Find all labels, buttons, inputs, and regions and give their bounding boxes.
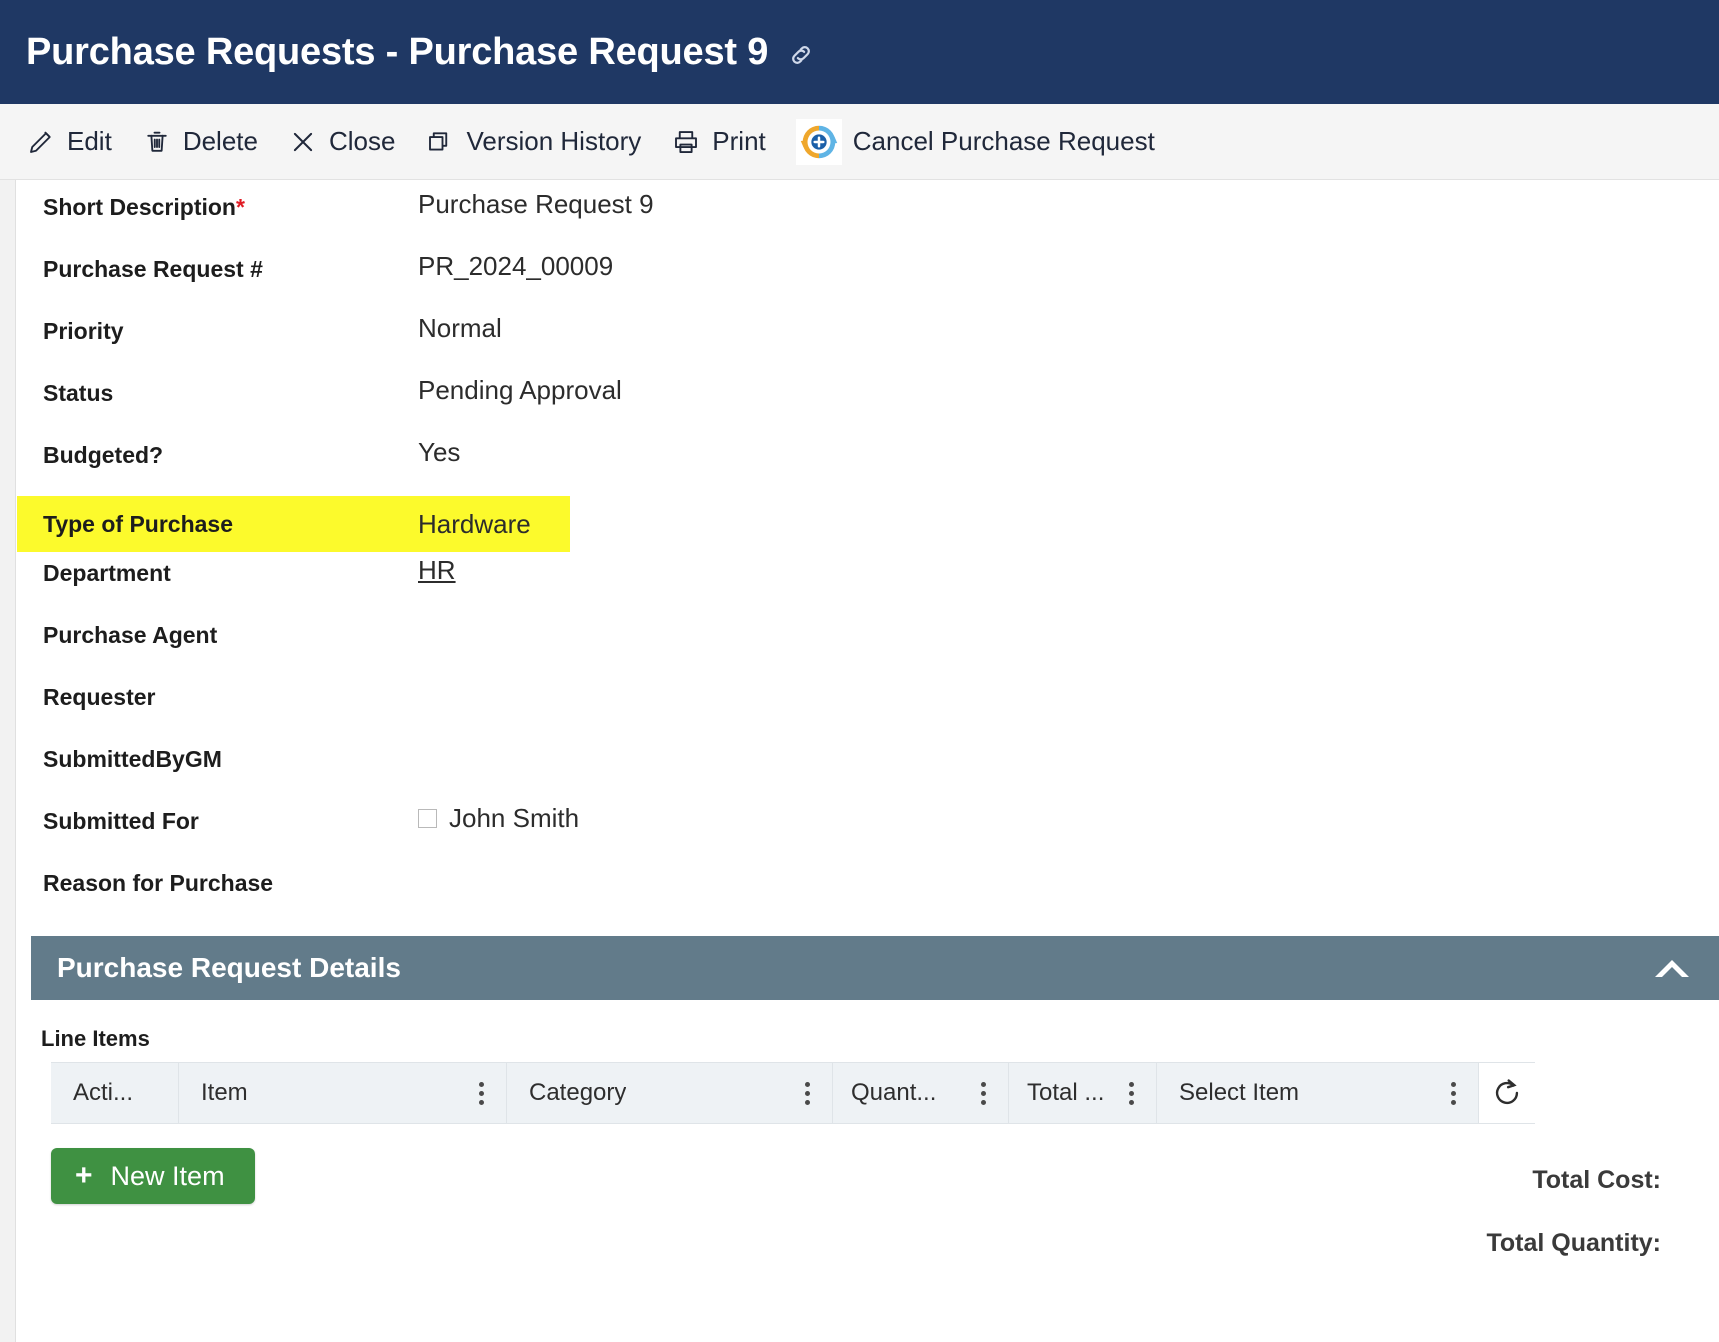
close-x-icon	[288, 127, 318, 157]
edit-label: Edit	[67, 126, 112, 156]
trash-icon	[142, 127, 172, 157]
plus-icon: +	[75, 1159, 93, 1192]
section-title: Purchase Request Details	[57, 952, 401, 983]
field-label-department: Department	[43, 560, 171, 586]
grid-column-item-menu-icon[interactable]	[470, 1081, 492, 1105]
cancel-purchase-request-label: Cancel Purchase Request	[852, 126, 1155, 156]
total-cost-label: Total Cost:	[1532, 1166, 1661, 1194]
field-row-short-description: Short Description* Purchase Request 9	[17, 186, 1719, 248]
grid-column-quantity-menu-icon[interactable]	[972, 1081, 994, 1105]
field-row-department: Department HR	[17, 552, 1719, 614]
field-label-submitted-by-gm: SubmittedByGM	[43, 746, 222, 772]
pencil-icon	[26, 127, 56, 157]
print-label: Print	[712, 126, 766, 156]
edit-button[interactable]: Edit	[26, 126, 112, 157]
field-value-short-description: Purchase Request 9	[418, 189, 654, 219]
grid-column-category-menu-icon[interactable]	[796, 1081, 818, 1105]
grid-column-category[interactable]: Category	[507, 1063, 833, 1123]
print-button[interactable]: Print	[671, 126, 766, 157]
grid-column-quantity-label: Quant...	[851, 1079, 937, 1106]
grid-column-item[interactable]: Item	[179, 1063, 507, 1123]
field-label-short-description: Short Description*	[43, 186, 418, 221]
version-history-button[interactable]: Version History	[425, 126, 641, 157]
field-label-reason-for-purchase: Reason for Purchase	[43, 870, 274, 896]
field-list: Short Description* Purchase Request 9 Pu…	[17, 180, 1719, 924]
field-label-requester: Requester	[43, 684, 156, 710]
field-row-priority: Priority Normal	[17, 310, 1719, 372]
new-item-label: New Item	[110, 1160, 225, 1191]
grid-column-total[interactable]: Total ...	[1009, 1063, 1157, 1123]
grid-column-category-label: Category	[529, 1079, 627, 1106]
grid-footer: + New Item Total Cost: Total Quantity:	[17, 1148, 1719, 1292]
section-header-purchase-request-details[interactable]: Purchase Request Details	[31, 936, 1719, 1000]
field-value-purchase-request-number: PR_2024_00009	[418, 251, 614, 281]
close-button[interactable]: Close	[288, 126, 395, 157]
chevron-up-icon[interactable]	[1649, 953, 1695, 983]
required-asterisk: *	[235, 194, 245, 220]
field-label-status: Status	[43, 380, 114, 406]
page-header: Purchase Requests - Purchase Request 9	[0, 0, 1719, 104]
grid-column-select-item-label: Select Item	[1179, 1079, 1300, 1106]
printer-icon	[671, 127, 701, 157]
grid-column-select-item[interactable]: Select Item	[1157, 1063, 1479, 1123]
cancel-request-icon	[795, 118, 842, 165]
field-row-type-of-purchase: Type of Purchase Hardware	[17, 496, 570, 552]
field-value-department-link[interactable]: HR	[418, 552, 456, 586]
delete-label: Delete	[182, 126, 258, 156]
grid-column-action-label: Acti...	[73, 1079, 134, 1106]
field-row-purchase-request-number: Purchase Request # PR_2024_00009	[17, 248, 1719, 310]
form-body: Short Description* Purchase Request 9 Pu…	[0, 180, 1719, 1342]
left-gutter	[0, 180, 16, 1342]
grid-column-quantity[interactable]: Quant...	[833, 1063, 1009, 1123]
delete-button[interactable]: Delete	[142, 126, 258, 157]
field-row-submitted-by-gm: SubmittedByGM	[17, 738, 1719, 800]
grid-column-item-label: Item	[201, 1079, 248, 1106]
field-value-status: Pending Approval	[418, 375, 622, 405]
field-label-submitted-for: Submitted For	[43, 808, 199, 834]
grid-column-total-label: Total ...	[1027, 1079, 1105, 1106]
field-label-priority: Priority	[43, 318, 124, 344]
field-value-budgeted: Yes	[418, 437, 461, 467]
field-row-purchase-agent: Purchase Agent	[17, 614, 1719, 676]
field-value-type-of-purchase: Hardware	[418, 508, 531, 539]
submitted-for-name: John Smith	[449, 803, 580, 833]
version-history-label: Version History	[466, 126, 642, 156]
grid-column-action[interactable]: Acti...	[51, 1063, 179, 1123]
field-value-submitted-for: John Smith	[418, 800, 579, 834]
field-label-budgeted: Budgeted?	[43, 442, 164, 468]
new-item-button[interactable]: + New Item	[51, 1148, 255, 1204]
form-content: Short Description* Purchase Request 9 Pu…	[17, 180, 1719, 1342]
totals-block: Total Cost: Total Quantity:	[1486, 1148, 1661, 1292]
grid-column-total-menu-icon[interactable]	[1120, 1081, 1142, 1105]
link-icon[interactable]	[786, 40, 816, 70]
field-row-budgeted: Budgeted? Yes	[17, 434, 1719, 496]
submitted-for-checkbox[interactable]	[418, 809, 437, 828]
page-title: Purchase Requests - Purchase Request 9	[26, 30, 769, 73]
version-history-icon	[425, 127, 455, 157]
total-quantity-label: Total Quantity:	[1486, 1229, 1661, 1257]
field-row-submitted-for: Submitted For John Smith	[17, 800, 1719, 862]
field-label-text: Short Description	[43, 194, 236, 220]
line-items-grid-header: Acti... Item Category Quant... Total ...	[51, 1062, 1535, 1124]
grid-column-select-item-menu-icon[interactable]	[1442, 1081, 1464, 1105]
field-label-purchase-request-number: Purchase Request #	[43, 256, 263, 282]
field-label-type-of-purchase: Type of Purchase	[43, 510, 234, 537]
refresh-icon[interactable]	[1479, 1063, 1535, 1123]
field-label-purchase-agent: Purchase Agent	[43, 622, 218, 648]
field-row-reason-for-purchase: Reason for Purchase	[17, 862, 1719, 924]
command-toolbar: Edit Delete Close Version History Print …	[0, 104, 1719, 180]
field-row-status: Status Pending Approval	[17, 372, 1719, 434]
page-root: Purchase Requests - Purchase Request 9 E…	[0, 0, 1719, 1342]
field-row-requester: Requester	[17, 676, 1719, 738]
cancel-purchase-request-button[interactable]: Cancel Purchase Request	[795, 118, 1155, 165]
field-value-priority: Normal	[418, 313, 502, 343]
line-items-label: Line Items	[41, 1026, 150, 1051]
close-label: Close	[328, 126, 396, 156]
